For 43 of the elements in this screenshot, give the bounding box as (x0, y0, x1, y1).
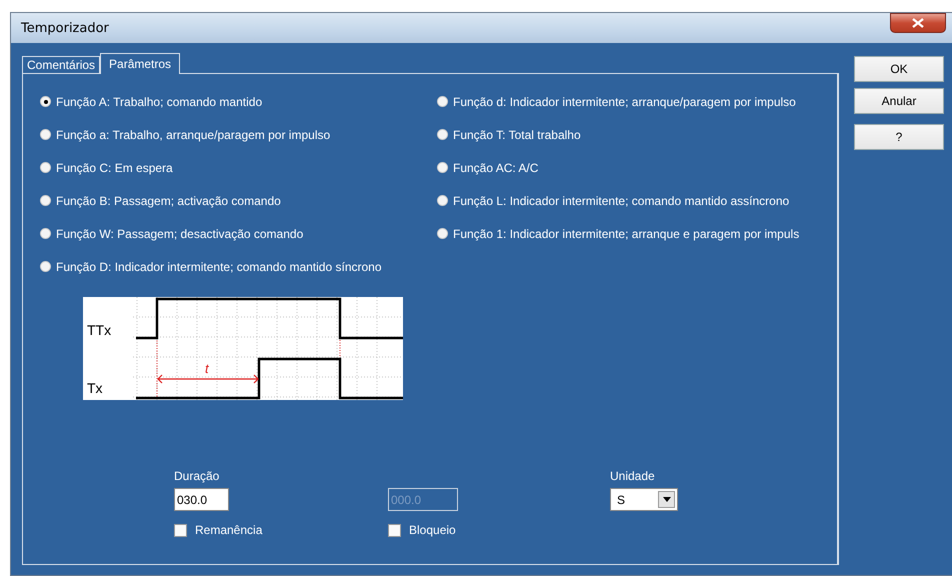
unit-dropdown[interactable]: S (610, 488, 678, 511)
radio-button[interactable] (437, 96, 448, 107)
radio-label[interactable]: Função W: Passagem; desactivação comando (56, 226, 304, 240)
duration-field[interactable]: 030.0 (174, 488, 229, 511)
dialog-button[interactable]: Anular (854, 88, 944, 114)
signal-label: Tx (87, 380, 103, 396)
checkbox[interactable] (174, 524, 187, 536)
field-label: Duração (174, 469, 220, 483)
radio-label[interactable]: Função AC: A/C (453, 160, 538, 174)
radio-button[interactable] (40, 96, 51, 107)
window-title: Temporizador (21, 20, 109, 36)
tab[interactable]: Parâmetros (100, 53, 180, 74)
radio-label[interactable]: Função D: Indicador intermitente; comando mantido síncrono (56, 260, 382, 274)
close-button[interactable] (890, 13, 946, 33)
checkbox-label[interactable]: Remanência (195, 523, 262, 537)
tab[interactable]: Comentários (22, 56, 100, 73)
field-label: Unidade (610, 469, 656, 483)
radio-button[interactable] (437, 162, 448, 173)
caret-icon (662, 497, 670, 502)
radio-label[interactable]: Função L: Indicador intermitente; comando mantido assíncrono (453, 194, 790, 208)
close-icon (912, 18, 924, 28)
radio-button[interactable] (40, 228, 51, 239)
radio-label[interactable]: Função C: Em espera (56, 160, 173, 174)
radio-button[interactable] (40, 261, 51, 272)
signal-label: TTx (87, 322, 112, 338)
time-label: t (205, 361, 209, 376)
radio-label[interactable]: Função A: Trabalho; comando mantido (56, 94, 262, 108)
radio-button[interactable] (437, 195, 448, 206)
radio-button[interactable] (437, 228, 448, 239)
dialog-button[interactable]: ? (854, 124, 944, 150)
radio-button[interactable] (437, 129, 448, 140)
radio-label[interactable]: Função a: Trabalho, arranque/paragem por impulso (56, 128, 330, 142)
checkbox-label[interactable]: Bloqueio (409, 523, 456, 537)
radio-button[interactable] (40, 195, 51, 206)
radio-button[interactable] (40, 162, 51, 173)
checkbox[interactable] (388, 524, 401, 536)
radio-label[interactable]: Função 1: Indicador intermitente; arranque e paragem por impuls (453, 226, 800, 240)
radio-label[interactable]: Função T: Total trabalho (453, 128, 581, 142)
radio-button[interactable] (40, 129, 51, 140)
dialog-button[interactable]: OK (854, 56, 944, 82)
radio-label[interactable]: Função B: Passagem; activação comando (56, 194, 281, 208)
radio-label[interactable]: Função d: Indicador intermitente; arranque/paragem por impulso (453, 94, 796, 108)
marker-line (156, 338, 158, 398)
